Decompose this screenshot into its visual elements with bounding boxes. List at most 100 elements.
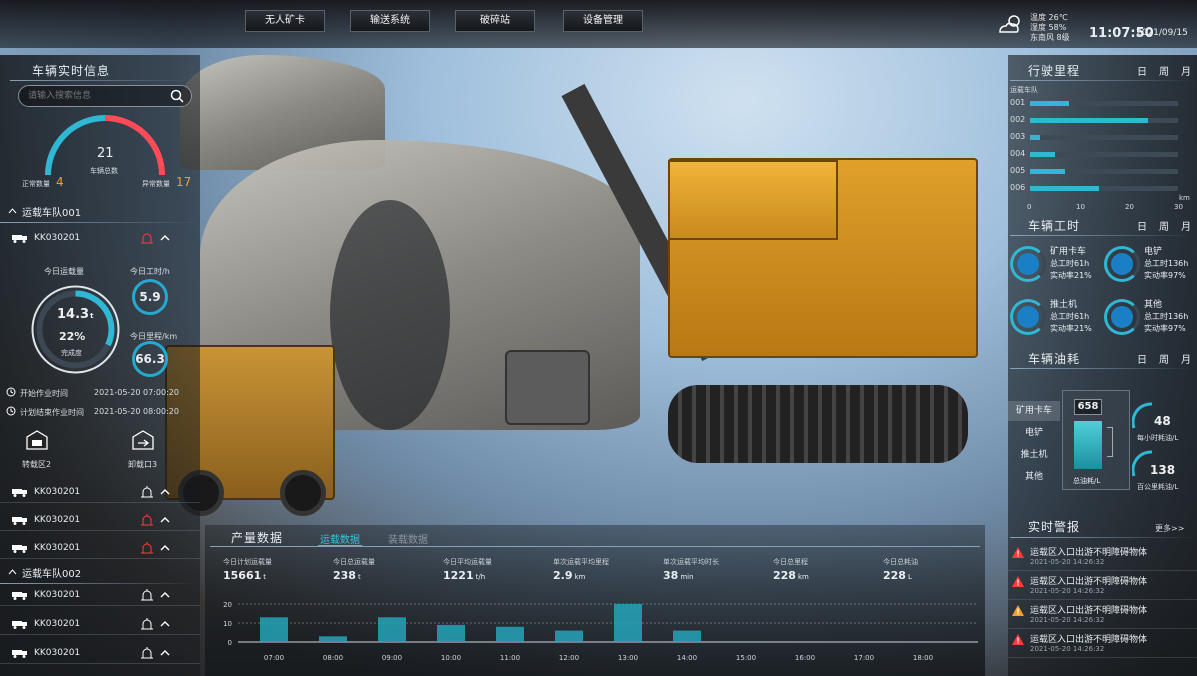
fuel-type-shovel[interactable]: 电铲 xyxy=(1008,423,1060,443)
mileage-period-switch: 日周月 xyxy=(1131,63,1197,78)
end-time: 2021-05-20 08:00:20 xyxy=(94,407,179,416)
clock-icon xyxy=(6,406,16,416)
work-hours-card[interactable]: 电铲 总工时136h 实动率97% xyxy=(1104,244,1194,288)
chevron-up-icon[interactable] xyxy=(160,234,170,242)
vehicle-total-label: 车辆总数 xyxy=(90,167,118,175)
chevron-up-icon[interactable] xyxy=(160,591,170,599)
equipment-name: 电铲 xyxy=(1144,247,1163,257)
vehicle-row[interactable]: KK030201 xyxy=(0,481,200,503)
transfer-zone-icon[interactable] xyxy=(26,430,48,450)
fuel-type-truck[interactable]: 矿用卡车 xyxy=(1008,401,1060,421)
fuel-period-switch: 日周月 xyxy=(1131,351,1197,366)
mileage-bar xyxy=(1030,169,1065,174)
clock-icon xyxy=(6,387,16,397)
search-box[interactable] xyxy=(18,85,192,107)
today-load-label: 今日运载量 xyxy=(44,267,84,276)
equipment-hours: 总工时61h xyxy=(1050,259,1090,268)
production-title: 产量数据 xyxy=(231,531,284,545)
vehicle-row[interactable]: KK030201 xyxy=(0,509,200,531)
chevron-up-icon[interactable] xyxy=(160,544,170,552)
alert-item[interactable]: 运载区入口出游不明障碍物体 2021-05-20 14:26:32 xyxy=(1008,601,1197,629)
chart-bar xyxy=(614,604,642,642)
work-hours-card[interactable]: 其他 总工时136h 实动率97% xyxy=(1104,297,1194,341)
period-week[interactable]: 周 xyxy=(1153,351,1175,366)
tab-conveyor-system[interactable]: 输送系统 xyxy=(350,10,430,32)
x-tick-label: 07:00 xyxy=(264,654,284,662)
chevron-up-icon[interactable] xyxy=(160,488,170,496)
search-input[interactable] xyxy=(19,86,159,106)
chevron-up-icon[interactable] xyxy=(160,649,170,657)
fleet-id: 003 xyxy=(1010,132,1026,141)
metric-label: 单次运载平均里程 xyxy=(553,558,609,566)
abnormal-count-label: 异常数量 xyxy=(142,180,170,188)
chevron-up-icon[interactable] xyxy=(160,620,170,628)
fleet-group-header[interactable]: 运载车队001 xyxy=(0,200,200,222)
tab-equipment-management[interactable]: 设备管理 xyxy=(563,10,643,32)
metric-value: 228 km xyxy=(773,569,809,582)
hours-label: 今日工时/h xyxy=(130,267,170,276)
tab-loading-data[interactable]: 装载数据 xyxy=(388,531,428,546)
mileage-unit: km xyxy=(1179,194,1190,202)
vehicle-row-expanded[interactable]: KK030201 xyxy=(0,227,200,249)
work-hours-card[interactable]: 矿用卡车 总工时61h 实动率21% xyxy=(1010,244,1100,288)
vehicle-row[interactable]: KK030201 xyxy=(0,537,200,559)
metric-value: 38 min xyxy=(663,569,694,582)
alarm-light-icon xyxy=(141,485,153,497)
chevron-up-icon[interactable] xyxy=(160,516,170,524)
period-week[interactable]: 周 xyxy=(1153,218,1175,233)
end-time-label: 计划结束作业时间 xyxy=(20,408,84,417)
x-tick-label: 12:00 xyxy=(559,654,579,662)
search-icon[interactable] xyxy=(170,89,184,103)
alarm-light-icon xyxy=(141,513,153,525)
alert-item[interactable]: 运载区入口出游不明障碍物体 2021-05-20 14:26:32 xyxy=(1008,543,1197,571)
fuel-type-bulldozer[interactable]: 推土机 xyxy=(1008,445,1060,465)
vehicle-row[interactable]: KK030201 xyxy=(0,613,200,635)
alerts-more-link[interactable]: 更多>> xyxy=(1155,523,1184,534)
metric-label: 今日总里程 xyxy=(773,558,808,566)
period-month[interactable]: 月 xyxy=(1175,63,1197,78)
work-hours-card[interactable]: 推土机 总工时61h 实动率21% xyxy=(1010,297,1100,341)
equipment-hours: 总工时61h xyxy=(1050,312,1090,321)
alarm-light-icon xyxy=(141,541,153,553)
vehicle-id: KK030201 xyxy=(34,618,81,629)
vehicle-id: KK030201 xyxy=(34,647,81,658)
chart-bar xyxy=(378,617,406,642)
chevron-up-icon xyxy=(8,208,17,214)
start-time: 2021-05-20 07:00:20 xyxy=(94,388,179,397)
period-month[interactable]: 月 xyxy=(1175,218,1197,233)
fuel-tank-card: 658 总油耗/L xyxy=(1062,390,1130,490)
vehicle-row[interactable]: KK030201 xyxy=(0,642,200,664)
tab-crushing-station[interactable]: 破碎站 xyxy=(455,10,535,32)
period-day[interactable]: 日 xyxy=(1131,218,1153,233)
period-day[interactable]: 日 xyxy=(1131,351,1153,366)
fleet-group-label: 运载车队002 xyxy=(22,568,82,580)
unload-port-icon[interactable] xyxy=(132,430,154,450)
divider xyxy=(1010,80,1195,81)
period-month[interactable]: 月 xyxy=(1175,351,1197,366)
per-100km-value: 138 xyxy=(1150,463,1176,477)
chart-bar xyxy=(260,617,288,642)
period-day[interactable]: 日 xyxy=(1131,63,1153,78)
tab-transport-data[interactable]: 运载数据 xyxy=(320,531,360,546)
fuel-type-other[interactable]: 其他 xyxy=(1008,467,1060,487)
tab-unmanned-truck[interactable]: 无人矿卡 xyxy=(245,10,325,32)
alert-item[interactable]: 运载区入口出游不明障碍物体 2021-05-20 14:26:32 xyxy=(1008,630,1197,658)
alert-item[interactable]: 运载区入口出游不明障碍物体 2021-05-20 14:26:32 xyxy=(1008,572,1197,600)
fleet-id: 002 xyxy=(1010,115,1026,124)
period-week[interactable]: 周 xyxy=(1153,63,1175,78)
equipment-hours: 总工时136h xyxy=(1144,259,1189,268)
vehicle-row[interactable]: KK030201 xyxy=(0,584,200,606)
weather-sun-cloud-icon xyxy=(999,15,1020,33)
complete-percent: 22% xyxy=(59,330,86,343)
complete-label: 完成度 xyxy=(61,349,82,357)
start-time-label: 开始作业时间 xyxy=(20,389,68,398)
fuel-title: 车辆油耗 xyxy=(1028,352,1081,366)
vehicle-info-title: 车辆实时信息 xyxy=(32,64,111,78)
alarm-light-icon xyxy=(141,233,153,244)
per-hour-value: 48 xyxy=(1154,414,1171,428)
x-tick-label: 15:00 xyxy=(736,654,756,662)
x-tick-label: 11:00 xyxy=(500,654,520,662)
divider xyxy=(1010,235,1195,236)
hours-value: 5.9 xyxy=(132,279,168,315)
fleet-group-header[interactable]: 运载车队002 xyxy=(0,561,200,583)
